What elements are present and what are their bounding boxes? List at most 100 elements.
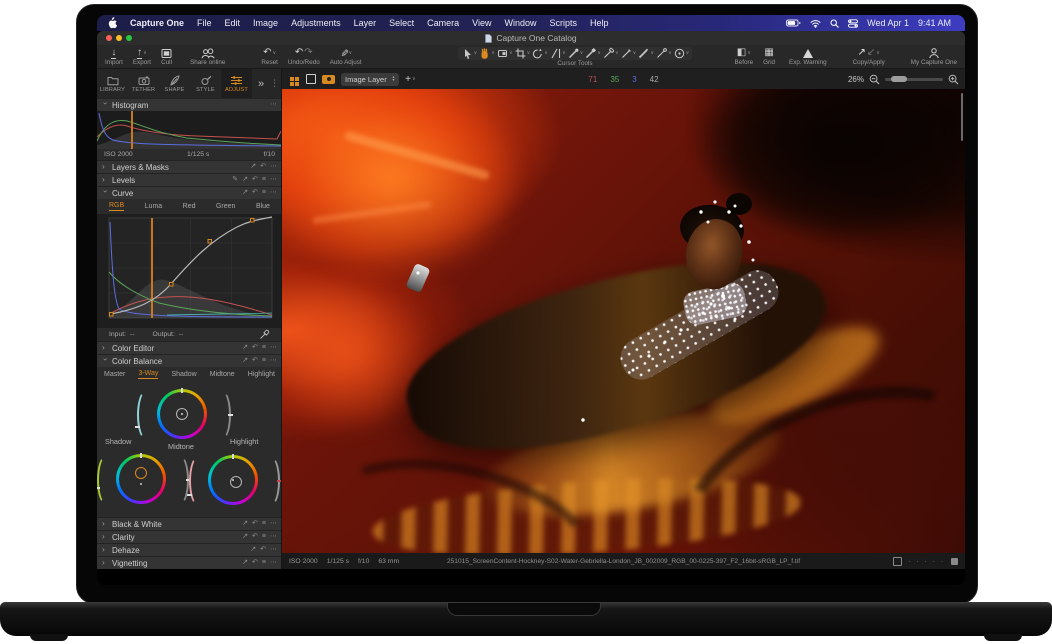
tab-adjust[interactable]: ADJUST — [221, 69, 252, 98]
undo-redo-button[interactable]: ↶↷ Undo/Redo — [288, 47, 320, 67]
control-center-icon[interactable] — [848, 19, 858, 28]
midtone-lightness-slider[interactable] — [213, 390, 231, 440]
more-icon[interactable]: ⋯ — [270, 344, 277, 352]
expand-icon[interactable]: › — [102, 344, 108, 352]
expand-icon[interactable]: › — [102, 176, 108, 184]
photo-canvas[interactable] — [282, 89, 965, 553]
presets-icon[interactable]: ≡ — [262, 533, 266, 541]
battery-icon[interactable] — [786, 19, 801, 27]
reset-icon[interactable]: ↶ — [252, 189, 258, 197]
presets-icon[interactable]: ≡ — [262, 176, 266, 184]
import-button[interactable]: ↓ Import — [105, 47, 123, 67]
copy-apply-button[interactable]: ↗↙∨ Copy/Apply — [853, 47, 885, 67]
more-icon[interactable]: ⋯ — [270, 176, 277, 184]
menu-date[interactable]: Wed Apr 1 — [867, 18, 909, 28]
collapse-icon[interactable]: › — [101, 102, 109, 108]
reset-icon[interactable]: ↶ — [252, 357, 258, 365]
before-button[interactable]: ◧∨ Before — [735, 47, 754, 67]
panel-header-dehaze[interactable]: › Dehaze ↗↶⋯ — [97, 543, 282, 556]
clone-tool[interactable]: ∨ — [620, 47, 637, 60]
presets-icon[interactable]: ≡ — [262, 344, 266, 352]
menu-item-adjustments[interactable]: Adjustments — [291, 18, 341, 28]
expand-icon[interactable]: › — [102, 520, 108, 528]
reset-icon[interactable]: ↶ — [252, 520, 258, 528]
tab-style[interactable]: STYLE — [190, 69, 221, 98]
menu-item-app[interactable]: Capture One — [130, 18, 184, 28]
curve-tab-rgb[interactable]: RGB — [109, 202, 124, 211]
panel-header-black-white[interactable]: › Black & White ↗↶≡⋯ — [97, 517, 282, 530]
copy-adjustments-icon[interactable]: ↗ — [242, 520, 248, 528]
export-button[interactable]: ↑∨ Export — [133, 47, 151, 67]
rotate-tool[interactable]: ∨ — [531, 47, 548, 60]
shadow-lightness-slider[interactable] — [171, 455, 189, 505]
presets-icon[interactable]: ≡ — [262, 357, 266, 365]
presets-icon[interactable]: ≡ — [262, 520, 266, 528]
zoom-slider-thumb[interactable] — [891, 76, 907, 82]
reset-button[interactable]: ↶∨ Reset — [261, 47, 277, 67]
wifi-icon[interactable] — [810, 19, 821, 28]
reset-icon[interactable]: ↶ — [252, 344, 258, 352]
pointer-tool[interactable]: ∨ — [461, 47, 478, 60]
curve-editor[interactable] — [97, 214, 282, 328]
viewer-scrollbar[interactable] — [961, 93, 963, 141]
crop-tool[interactable]: ∨ — [514, 47, 531, 60]
more-icon[interactable]: ⋯ — [270, 357, 277, 365]
copy-adjustments-icon[interactable]: ↗ — [250, 163, 256, 171]
apple-menu-icon[interactable] — [107, 17, 117, 29]
menu-item-layer[interactable]: Layer — [354, 18, 377, 28]
reset-icon[interactable]: ↶ — [252, 533, 258, 541]
copy-adjustments-icon[interactable]: ↗ — [242, 559, 248, 567]
tab-shape[interactable]: SHAPE — [159, 69, 190, 98]
cull-button[interactable]: Cull — [161, 47, 172, 67]
tab-library[interactable]: LIBRARY — [97, 69, 128, 98]
cb-tab-midtone[interactable]: Midtone — [210, 371, 235, 378]
menu-item-view[interactable]: View — [472, 18, 491, 28]
cb-tab-3way[interactable]: 3-Way — [138, 370, 158, 379]
reset-icon[interactable]: ↶ — [260, 546, 266, 554]
more-icon[interactable]: ⋯ — [270, 559, 277, 567]
cb-tab-highlight[interactable]: Highlight — [248, 371, 275, 378]
copy-adjustments-icon[interactable]: ↗ — [242, 533, 248, 541]
reset-icon[interactable]: ↶ — [252, 176, 258, 184]
tab-tether[interactable]: TETHER — [128, 69, 159, 98]
panel-header-color-editor[interactable]: › Color Editor ↗↶≡⋯ — [97, 341, 282, 354]
curve-tab-red[interactable]: Red — [183, 203, 196, 210]
copy-adjustments-icon[interactable]: ↗ — [242, 357, 248, 365]
copy-adjustments-icon[interactable]: ↗ — [242, 176, 248, 184]
panel-header-clarity[interactable]: › Clarity ↗↶≡⋯ — [97, 530, 282, 543]
menu-time[interactable]: 9:41 AM — [918, 18, 951, 28]
menu-item-file[interactable]: File — [197, 18, 212, 28]
panel-header-curve[interactable]: › Curve ↗↶≡⋯ — [97, 186, 282, 199]
menu-item-scripts[interactable]: Scripts — [550, 18, 578, 28]
collapse-icon[interactable]: › — [101, 190, 109, 196]
menu-item-help[interactable]: Help — [590, 18, 609, 28]
filmstrip-toggle-icon[interactable] — [951, 558, 958, 565]
expand-icon[interactable]: › — [102, 546, 108, 554]
highlight-saturation-slider[interactable] — [189, 456, 207, 506]
auto-adjust-button[interactable]: ✎∨ Auto Adjust — [330, 47, 362, 67]
highlight-wheel[interactable] — [208, 455, 258, 505]
cb-tab-shadow[interactable]: Shadow — [171, 371, 196, 378]
straighten-tool[interactable]: ∨ — [549, 47, 566, 60]
exposure-warning-button[interactable]: Exp. Warning — [789, 47, 827, 67]
copy-adjustments-icon[interactable]: ↗ — [242, 189, 248, 197]
tab-overflow-icon[interactable]: ⋮ — [270, 78, 279, 89]
magic-brush-tool[interactable]: ∨ — [655, 47, 672, 60]
highlight-lightness-slider[interactable] — [262, 456, 280, 506]
panel-header-vignetting[interactable]: › Vignetting ↗↶≡⋯ — [97, 556, 282, 569]
more-icon[interactable]: ⋯ — [270, 189, 277, 197]
expand-icon[interactable]: › — [102, 533, 108, 541]
copy-adjustments-icon[interactable]: ↗ — [250, 546, 256, 554]
grid-button[interactable]: ▦ Grid — [763, 47, 775, 67]
more-icon[interactable]: ⋯ — [270, 163, 277, 171]
more-icon[interactable]: ⋯ — [270, 520, 277, 528]
gradient-mask-tool[interactable]: ∨ — [637, 47, 654, 60]
menu-item-select[interactable]: Select — [389, 18, 414, 28]
reset-icon[interactable]: ↶ — [252, 559, 258, 567]
presets-icon[interactable]: ≡ — [262, 189, 266, 197]
copy-adjustments-icon[interactable]: ↗ — [242, 344, 248, 352]
expand-icon[interactable]: › — [102, 163, 108, 171]
auto-icon[interactable]: ✎ — [232, 176, 238, 184]
frame-outline-icon[interactable] — [893, 557, 902, 566]
menu-item-edit[interactable]: Edit — [225, 18, 241, 28]
